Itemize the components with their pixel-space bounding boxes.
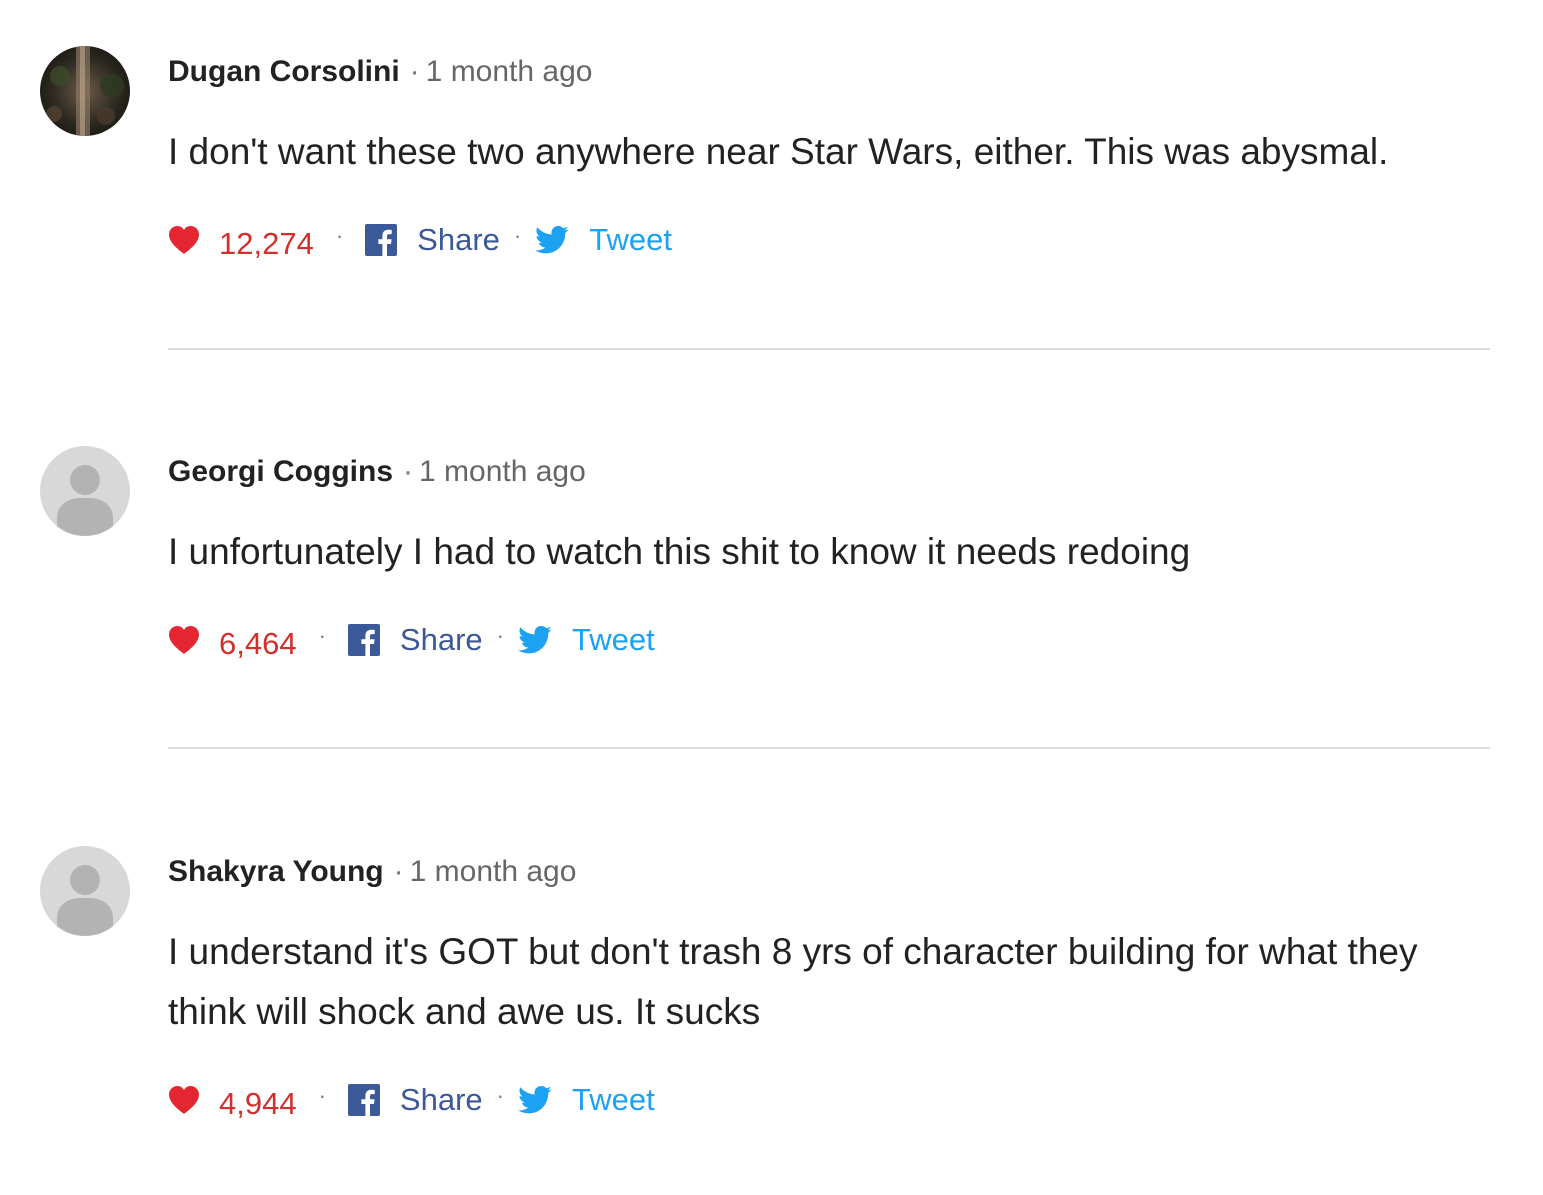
twitter-icon — [518, 626, 552, 654]
heart-icon[interactable] — [168, 1085, 200, 1115]
comment-text: I don't want these two anywhere near Sta… — [168, 131, 1389, 172]
heart-icon[interactable] — [168, 625, 200, 655]
timestamp[interactable]: 1 month ago — [426, 55, 593, 88]
facebook-icon — [347, 624, 380, 656]
like-count: 4,944 — [219, 1086, 297, 1121]
like-count: 12,274 — [219, 226, 314, 261]
author-name[interactable]: Georgi Coggins — [168, 455, 393, 488]
comment-actions: 4,944 · Share · Tweet — [168, 1078, 655, 1122]
comment-header: Georgi Coggins · 1 month ago — [168, 452, 586, 492]
divider — [168, 348, 1490, 350]
tweet-label: Tweet — [571, 622, 655, 657]
tweet-button[interactable]: Tweet — [518, 1082, 655, 1118]
separator-dot: · — [409, 55, 420, 88]
separator-dot: · — [513, 223, 522, 248]
author-name[interactable]: Shakyra Young — [168, 855, 384, 888]
twitter-icon — [518, 1086, 552, 1114]
comment-text: I understand it's GOT but don't trash 8 … — [168, 931, 1418, 1032]
default-user-icon — [40, 446, 130, 536]
tweet-label: Tweet — [589, 222, 672, 257]
separator-dot: · — [318, 1083, 326, 1108]
facebook-icon — [365, 224, 398, 256]
comment-header: Dugan Corsolini · 1 month ago — [168, 52, 592, 92]
share-label: Share — [417, 222, 500, 257]
separator-dot: · — [496, 1083, 504, 1108]
avatar[interactable] — [40, 446, 130, 536]
user-photo-icon — [40, 46, 130, 136]
share-label: Share — [399, 1082, 483, 1117]
default-user-icon — [40, 846, 130, 936]
separator-dot: · — [318, 623, 326, 648]
share-label: Share — [399, 622, 483, 657]
avatar[interactable] — [40, 846, 130, 936]
comment-actions: 12,274 · Share · Tweet — [168, 218, 672, 262]
heart-icon[interactable] — [168, 225, 200, 255]
comment-text: I unfortunately I had to watch this shit… — [168, 531, 1191, 572]
tweet-label: Tweet — [571, 1082, 655, 1117]
comment-header: Shakyra Young · 1 month ago — [168, 852, 576, 892]
timestamp[interactable]: 1 month ago — [410, 855, 577, 888]
facebook-share-button[interactable]: Share — [347, 1082, 483, 1118]
separator-dot: · — [403, 455, 413, 488]
facebook-share-button[interactable]: Share — [347, 622, 483, 658]
author-name[interactable]: Dugan Corsolini — [168, 55, 400, 88]
facebook-icon — [347, 1084, 380, 1116]
comment-actions: 6,464 · Share · Tweet — [168, 618, 655, 662]
divider — [168, 747, 1490, 749]
tweet-button[interactable]: Tweet — [518, 622, 655, 658]
facebook-share-button[interactable]: Share — [365, 222, 500, 258]
twitter-icon — [535, 226, 569, 254]
separator-dot: · — [393, 855, 404, 888]
tweet-button[interactable]: Tweet — [535, 222, 672, 258]
separator-dot: · — [335, 223, 344, 248]
timestamp[interactable]: 1 month ago — [419, 455, 586, 488]
like-count: 6,464 — [219, 626, 297, 661]
avatar[interactable] — [40, 46, 130, 136]
separator-dot: · — [496, 623, 504, 648]
